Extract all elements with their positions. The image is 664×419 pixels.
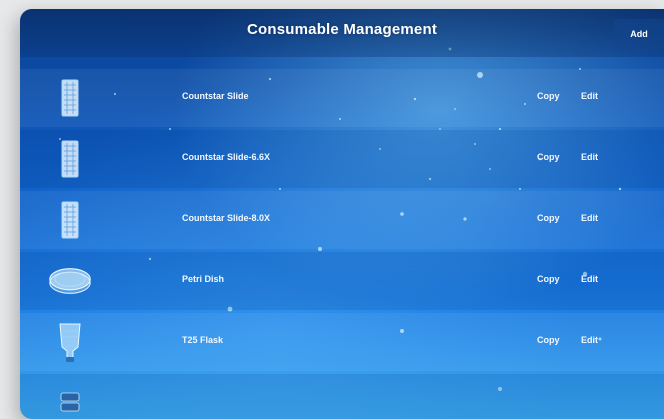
consumable-name: Countstar Slide: [182, 91, 249, 101]
list-item[interactable]: Countstar Slide Copy Edit: [20, 69, 664, 127]
list-item[interactable]: Countstar Slide-8.0X Copy Edit: [20, 191, 664, 249]
consumable-name: Countstar Slide-8.0X: [182, 213, 271, 223]
slide-icon: [48, 138, 92, 180]
copy-button[interactable]: Copy: [537, 152, 560, 162]
slide-icon: [48, 77, 92, 119]
copy-button[interactable]: Copy: [537, 335, 560, 345]
copy-button[interactable]: Copy: [537, 274, 560, 284]
edit-button[interactable]: Edit: [581, 152, 598, 162]
edit-button[interactable]: Edit: [581, 274, 598, 284]
consumable-name: T25 Flask: [182, 335, 224, 345]
list-item[interactable]: Petri Dish Copy Edit: [20, 252, 664, 310]
list-item[interactable]: [20, 374, 664, 419]
copy-button[interactable]: Copy: [537, 213, 560, 223]
page-title: Consumable Management: [246, 21, 438, 38]
edit-button[interactable]: Edit: [581, 335, 598, 345]
edit-button[interactable]: Edit: [581, 213, 598, 223]
edit-button[interactable]: Edit: [581, 91, 598, 101]
consumable-name: Countstar Slide-6.6X: [182, 152, 271, 162]
flask-icon: [48, 321, 92, 363]
list-item[interactable]: Countstar Slide-6.6X Copy Edit: [20, 130, 664, 188]
add-button[interactable]: Add: [614, 19, 664, 49]
consumable-management-screen: Consumable Management Add Countstar Slid…: [20, 9, 664, 419]
slide-icon: [48, 199, 92, 241]
petri-dish-icon: [48, 260, 92, 302]
consumable-name: Petri Dish: [182, 274, 225, 284]
copy-button[interactable]: Copy: [537, 91, 560, 101]
header-bar: Consumable Management Add: [20, 9, 664, 57]
plate-icon: [48, 382, 92, 419]
list-item[interactable]: T25 Flask Copy Edit: [20, 313, 664, 371]
